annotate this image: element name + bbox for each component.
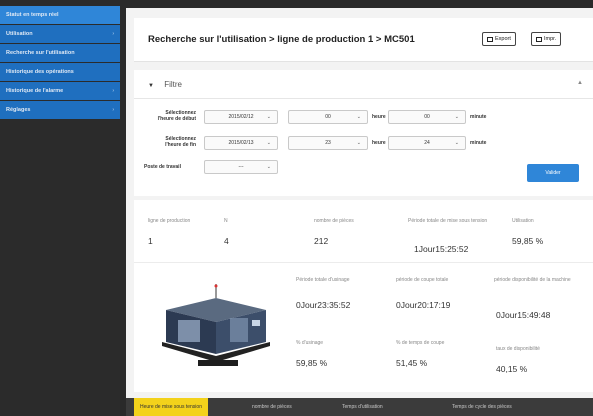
print-button[interactable]: Impr. (531, 32, 562, 46)
main-panel: Recherche sur l'utilisation > ligne de p… (126, 8, 593, 416)
cutting-period-label: période de coupe totale (396, 277, 449, 283)
filter-title: Filtre (164, 80, 182, 89)
tab-utilisation-time[interactable]: Temps d'utilisation (336, 398, 389, 416)
availability-rate-label: taux de disponibilité (496, 346, 540, 352)
divider (134, 98, 593, 99)
machine-image (162, 284, 270, 366)
divider (134, 262, 593, 263)
sidebar-item-label: Utilisation (6, 31, 33, 37)
collapse-icon[interactable]: ▲ (577, 80, 583, 86)
sidebar-item-label: Historique des opérations (6, 69, 74, 75)
sidebar-item-alarm-history[interactable]: Historique de l'alarme › (0, 82, 120, 100)
cutting-rate-label: % de temps de coupe (396, 340, 445, 346)
start-hour-select[interactable]: 00 ⌄ (288, 110, 368, 124)
availability-period-label: période disponibilité de la machine (494, 277, 571, 283)
export-button[interactable]: Export (482, 32, 516, 46)
pieces-value: 212 (314, 236, 329, 246)
machining-period-value: 0Jour23:35:52 (296, 300, 351, 310)
machining-rate-label: % d'usinage (296, 340, 324, 346)
production-line-header: ligne de production (148, 218, 191, 224)
cutting-period-value: 0Jour20:17:19 (396, 300, 451, 310)
chevron-down-icon: ▼ (148, 83, 154, 89)
start-time-label: Sélectionnez l'heure de début (157, 110, 196, 122)
chevron-right-icon: › (112, 31, 114, 37)
n-value: 4 (224, 236, 229, 246)
hour-unit-label: heure (372, 114, 386, 120)
chevron-down-icon: ⌄ (356, 140, 361, 146)
print-label: Impr. (544, 36, 557, 42)
print-icon (536, 36, 542, 42)
start-date-select[interactable]: 2015/02/12 ⌄ (204, 110, 278, 124)
export-icon (487, 36, 493, 42)
workstation-select[interactable]: --- ⌄ (204, 160, 278, 174)
chevron-down-icon: ⌄ (266, 140, 271, 146)
submit-button[interactable]: Valider (527, 164, 579, 182)
tab-pieces[interactable]: nombre de pièces (246, 398, 298, 416)
filter-toggle[interactable]: ▼ Filtre (148, 80, 182, 89)
utilisation-header: Utilisation (512, 218, 534, 224)
power-on-period-value: 1Jour15:25:52 (414, 244, 469, 254)
sidebar-item-settings[interactable]: Réglages › (0, 101, 120, 119)
filter-panel: ▼ Filtre ▲ Sélectionnez l'heure de début… (134, 70, 593, 196)
chart-tabs: Heure de mise sous tension nombre de piè… (126, 398, 593, 416)
hour-unit-label: heure (372, 140, 386, 146)
chevron-right-icon: › (112, 88, 114, 94)
utilisation-value: 59,85 % (512, 236, 544, 246)
chevron-down-icon: ⌄ (266, 114, 271, 120)
minute-unit-label: minute (470, 140, 487, 146)
sidebar-item-operations-history[interactable]: Historique des opérations (0, 63, 120, 81)
machining-period-label: Période totale d'usinage (296, 277, 350, 283)
utilisation-stats: ligne de production N nombre de pièces P… (134, 200, 593, 392)
chevron-right-icon: › (112, 107, 114, 113)
sidebar-item-utilisation-search[interactable]: Recherche sur l'utilisation (0, 44, 120, 62)
sidebar-item-realtime-status[interactable]: Statut en temps réel (0, 6, 120, 24)
end-hour-select[interactable]: 23 ⌄ (288, 136, 368, 150)
availability-period-value: 0Jour15:49:48 (496, 310, 551, 320)
start-minute-select[interactable]: 00 ⌄ (388, 110, 466, 124)
end-time-label: Sélectionnez l'heure de fin (165, 136, 196, 148)
sidebar-item-label: Statut en temps réel (6, 12, 59, 18)
pieces-header: nombre de pièces (314, 218, 354, 224)
machining-rate-value: 59,85 % (296, 358, 328, 368)
tab-cycle-time[interactable]: Temps de cycle des pièces (446, 398, 518, 416)
end-minute-select[interactable]: 24 ⌄ (388, 136, 466, 150)
availability-rate-value: 40,15 % (496, 364, 528, 374)
chevron-down-icon: ⌄ (454, 114, 459, 120)
production-line-value: 1 (148, 236, 153, 246)
sidebar: Statut en temps réel Utilisation › Reche… (0, 0, 120, 416)
sidebar-item-label: Réglages (6, 107, 31, 113)
end-date-select[interactable]: 2015/02/13 ⌄ (204, 136, 278, 150)
n-header: N (224, 218, 228, 224)
sidebar-item-utilisation[interactable]: Utilisation › (0, 25, 120, 43)
cutting-rate-value: 51,45 % (396, 358, 428, 368)
power-on-period-header: Période totale de mise sous tension (408, 218, 488, 224)
chevron-down-icon: ⌄ (266, 164, 271, 170)
workstation-label: Poste de travail (144, 164, 181, 170)
export-label: Export (495, 36, 511, 42)
page-title: Recherche sur l'utilisation > ligne de p… (148, 34, 415, 45)
chevron-down-icon: ⌄ (356, 114, 361, 120)
tab-power-on-time[interactable]: Heure de mise sous tension (134, 398, 208, 416)
sidebar-item-label: Recherche sur l'utilisation (6, 50, 75, 56)
minute-unit-label: minute (470, 114, 487, 120)
chevron-down-icon: ⌄ (454, 140, 459, 146)
sidebar-item-label: Historique de l'alarme (6, 88, 64, 94)
page-header: Recherche sur l'utilisation > ligne de p… (134, 18, 593, 62)
